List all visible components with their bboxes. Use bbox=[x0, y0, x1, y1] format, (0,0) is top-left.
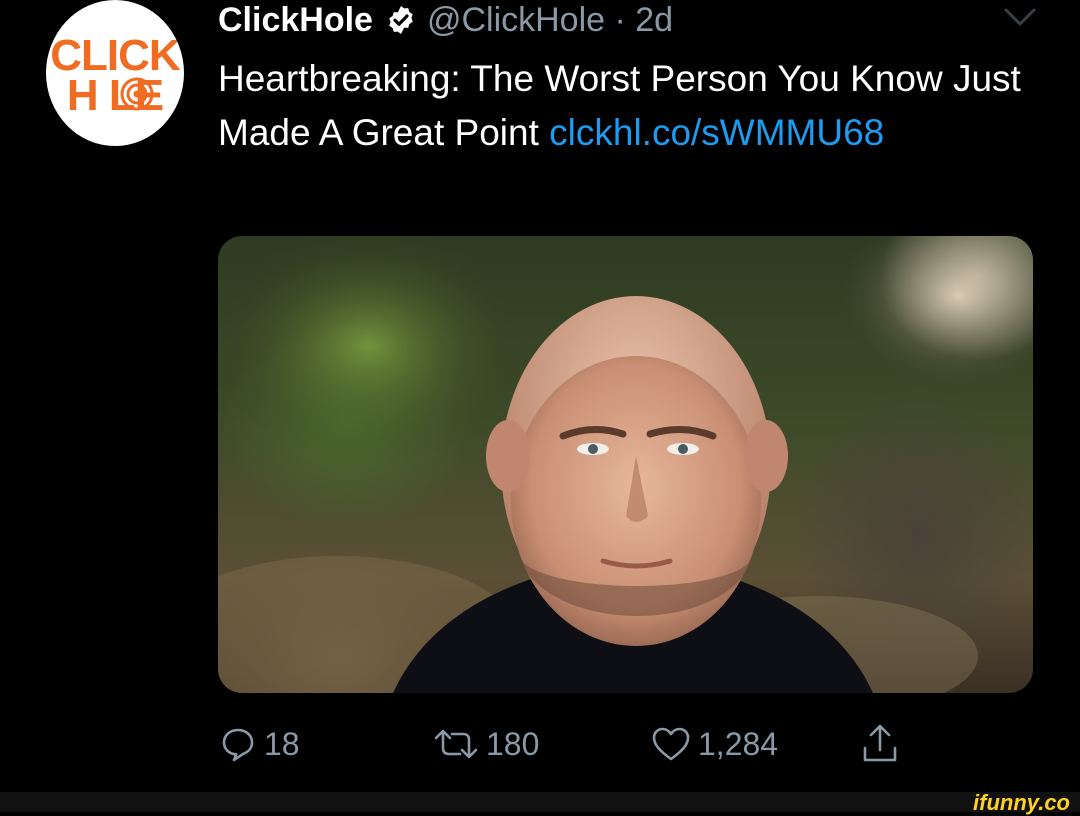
tweet-header: ClickHole @ClickHole · 2d bbox=[218, 0, 673, 40]
tweet-text: Heartbreaking: The Worst Person You Know… bbox=[218, 52, 1038, 160]
display-name[interactable]: ClickHole bbox=[218, 1, 373, 40]
tweet-media-photo[interactable] bbox=[218, 236, 1033, 693]
verified-badge-icon bbox=[389, 6, 413, 34]
avatar[interactable]: CLICK H LE bbox=[46, 0, 184, 146]
reply-count: 18 bbox=[264, 725, 300, 762]
portrait-photo bbox=[218, 236, 1033, 693]
spiral-logo-icon bbox=[120, 77, 154, 111]
handle-and-time[interactable]: @ClickHole · 2d bbox=[427, 1, 673, 40]
tweet-link[interactable]: clckhl.co/sWMMU68 bbox=[549, 112, 884, 153]
heart-icon bbox=[652, 727, 690, 761]
watermark-bar bbox=[0, 792, 1080, 812]
share-button[interactable] bbox=[860, 722, 900, 766]
retweet-icon bbox=[434, 729, 478, 759]
like-button[interactable]: 1,284 bbox=[650, 722, 778, 766]
like-count: 1,284 bbox=[698, 725, 779, 762]
share-icon bbox=[863, 724, 897, 762]
tweet-actions: 18 180 1,284 bbox=[218, 722, 938, 766]
chevron-down-icon[interactable] bbox=[1002, 6, 1038, 28]
watermark: ifunny.co bbox=[973, 790, 1070, 815]
retweet-button[interactable]: 180 bbox=[432, 722, 539, 766]
reply-icon bbox=[222, 728, 254, 762]
retweet-count: 180 bbox=[486, 725, 540, 762]
reply-button[interactable]: 18 bbox=[218, 722, 300, 766]
avatar-logo-line2: H LE bbox=[66, 71, 164, 120]
